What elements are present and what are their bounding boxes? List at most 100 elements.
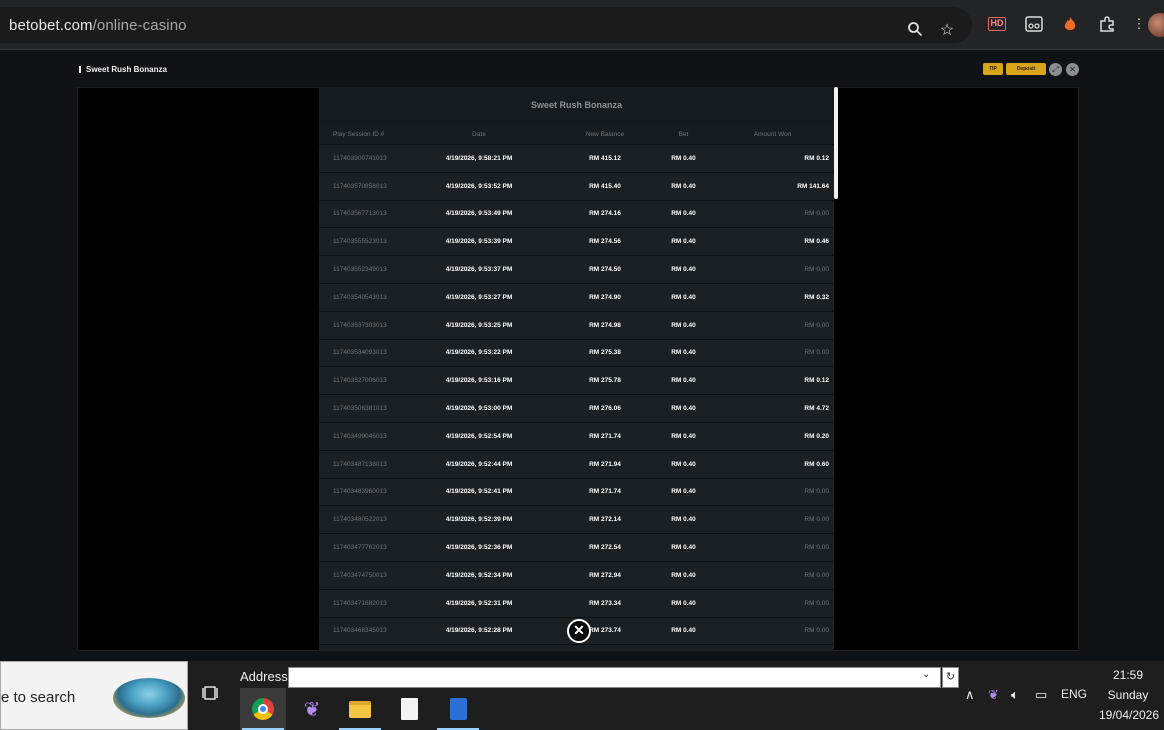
cell-new-balance: RM 274.16 <box>589 210 621 218</box>
search-placeholder: e to search <box>1 689 76 706</box>
cell-new-balance: RM 276.06 <box>589 405 621 413</box>
history-title: Sweet Rush Bonanza <box>319 87 834 124</box>
cell-bet: RM 0.40 <box>671 488 696 496</box>
cell-date: 4/19/2026, 9:52:44 PM <box>445 460 513 468</box>
cell-bet: RM 0.40 <box>671 516 696 524</box>
clock-date: 19/04/2026 <box>1098 708 1160 722</box>
cell-new-balance: RM 275.78 <box>589 377 621 385</box>
tray-chevron-up-icon[interactable]: ∧ <box>965 687 975 703</box>
cell-date: 4/19/2026, 9:53:25 PM <box>445 321 513 329</box>
cell-new-balance: RM 275.38 <box>589 349 621 357</box>
profile-avatar[interactable] <box>1148 13 1164 37</box>
tip-button[interactable]: TIP <box>983 63 1003 75</box>
cell-bet: RM 0.40 <box>671 182 696 190</box>
game-title: Sweet Rush Bonanza <box>79 65 167 74</box>
header-new-balance: New Balance <box>585 130 625 138</box>
cell-date: 4/19/2026, 9:52:34 PM <box>445 571 513 579</box>
language-indicator[interactable]: ENG <box>1061 687 1087 701</box>
search-highlight-image <box>113 678 185 718</box>
history-row: 117403483960013 4/19/2026, 9:52:41 PM RM 2… <box>319 479 834 507</box>
cell-session-id: 117403534093013 <box>333 349 387 357</box>
document-icon <box>400 698 418 720</box>
history-row: 117403537303013 4/19/2026, 9:53:25 PM RM 2… <box>319 312 834 340</box>
cell-date: 4/19/2026, 9:53:52 PM <box>445 182 513 190</box>
extensions-puzzle-icon[interactable] <box>1096 13 1118 35</box>
cell-session-id: 117403468345013 <box>333 627 387 635</box>
menu-dots-icon[interactable]: ⋮ <box>1128 13 1150 35</box>
close-history-icon[interactable]: ✕ <box>567 619 591 643</box>
cell-amount-won: RM 0.60 <box>804 460 829 468</box>
clock-time[interactable]: 21:59 <box>1108 668 1148 682</box>
task-view-icon[interactable] <box>202 685 220 706</box>
cell-new-balance: RM 271.74 <box>589 488 621 496</box>
cell-amount-won: RM 0.00 <box>804 544 829 552</box>
history-row: 117403477762013 4/19/2026, 9:52:36 PM RM 2… <box>319 534 834 562</box>
taskbar-chrome[interactable] <box>240 688 286 730</box>
history-row: 117403555523013 4/19/2026, 9:53:39 PM RM 2… <box>319 228 834 257</box>
cell-bet: RM 0.40 <box>671 349 696 357</box>
address-bar[interactable]: betobet.com/online-casino ☆ <box>0 7 972 43</box>
taskbar-notepad[interactable] <box>386 688 432 730</box>
cell-new-balance: RM 271.74 <box>589 432 621 440</box>
calculator-icon <box>449 698 467 720</box>
chevron-down-icon[interactable]: ⌄ <box>922 669 930 680</box>
hd-label: HD <box>988 17 1006 31</box>
taskbar-calculator[interactable] <box>435 688 481 730</box>
taskbar-search[interactable]: e to search <box>0 661 188 730</box>
cell-amount-won: RM 0.00 <box>804 488 829 496</box>
cell-date: 4/19/2026, 9:52:28 PM <box>445 627 513 635</box>
cell-amount-won: RM 141.64 <box>797 182 829 190</box>
cell-date: 4/19/2026, 9:53:16 PM <box>445 377 513 385</box>
volume-icon[interactable]: 🔈︎ <box>1011 687 1019 703</box>
cell-date: 4/19/2026, 9:52:54 PM <box>445 432 513 440</box>
close-game-icon[interactable]: ✕ <box>1066 63 1079 76</box>
cell-amount-won: RM 0.20 <box>804 432 829 440</box>
cell-session-id: 117403477762013 <box>333 544 387 552</box>
folder-icon <box>349 700 371 718</box>
history-row: 117403900741013 4/19/2026, 9:58:21 PM RM 4… <box>319 145 834 173</box>
cell-new-balance: RM 272.54 <box>589 544 621 552</box>
cell-amount-won: RM 0.00 <box>804 516 829 524</box>
network-icon[interactable]: ▭ <box>1035 687 1047 703</box>
cell-session-id: 117403552349013 <box>333 266 387 274</box>
cell-session-id: 117403900741013 <box>333 154 387 162</box>
cell-session-id: 117403570858013 <box>333 182 387 190</box>
cell-date: 4/19/2026, 9:52:36 PM <box>445 544 513 552</box>
cell-new-balance: RM 272.14 <box>589 516 621 524</box>
refresh-icon[interactable]: ↻ <box>942 667 959 688</box>
header-amount-won: Amount Won <box>753 130 792 138</box>
history-row: 117403534093013 4/19/2026, 9:53:22 PM RM 2… <box>319 340 834 368</box>
tray-feather-icon[interactable]: ❦ <box>988 687 999 703</box>
hd-extension-icon[interactable]: HD <box>986 13 1008 35</box>
history-row: 117403570858013 4/19/2026, 9:53:52 PM RM 4… <box>319 173 834 201</box>
fullscreen-icon[interactable]: ⤢ <box>1049 63 1062 76</box>
cell-amount-won: RM 0.00 <box>804 599 829 607</box>
address-toolbar-input[interactable] <box>288 667 941 688</box>
taskbar-feather-app[interactable]: ❦ <box>289 688 335 730</box>
zoom-icon[interactable] <box>905 21 925 41</box>
cell-date: 4/19/2026, 9:53:37 PM <box>445 266 513 274</box>
bookmark-star-icon[interactable]: ☆ <box>937 21 957 41</box>
cell-date: 4/19/2026, 9:53:22 PM <box>445 349 513 357</box>
glasses-extension-icon[interactable] <box>1023 13 1045 35</box>
cell-session-id: 117403471682013 <box>333 599 387 607</box>
cell-session-id: 117403474750013 <box>333 571 387 579</box>
cell-amount-won: RM 0.00 <box>804 210 829 218</box>
cell-new-balance: RM 415.40 <box>589 182 621 190</box>
deposit-button[interactable]: Deposit <box>1006 63 1046 75</box>
cell-amount-won: RM 0.00 <box>804 349 829 357</box>
windows-taskbar: e to search Address ⌄ ↻ ❦ ∧ ❦ 🔈︎ ▭ ENG 2… <box>0 661 1164 730</box>
taskbar-file-explorer[interactable] <box>337 688 383 730</box>
clock-day: Sunday <box>1107 688 1149 702</box>
cell-new-balance: RM 415.12 <box>589 154 621 162</box>
cell-session-id: 117403483960013 <box>333 488 387 496</box>
history-row: 117403487138013 4/19/2026, 9:52:44 PM RM 2… <box>319 451 834 479</box>
url-text[interactable]: betobet.com/online-casino <box>9 17 187 34</box>
history-row: 117403552349013 4/19/2026, 9:53:37 PM RM 2… <box>319 256 834 284</box>
history-scrollbar[interactable] <box>834 87 838 199</box>
header-bet: Bet <box>678 130 689 138</box>
cell-bet: RM 0.40 <box>671 210 696 218</box>
cell-bet: RM 0.40 <box>671 571 696 579</box>
fire-extension-icon[interactable] <box>1059 13 1081 35</box>
cell-bet: RM 0.40 <box>671 599 696 607</box>
